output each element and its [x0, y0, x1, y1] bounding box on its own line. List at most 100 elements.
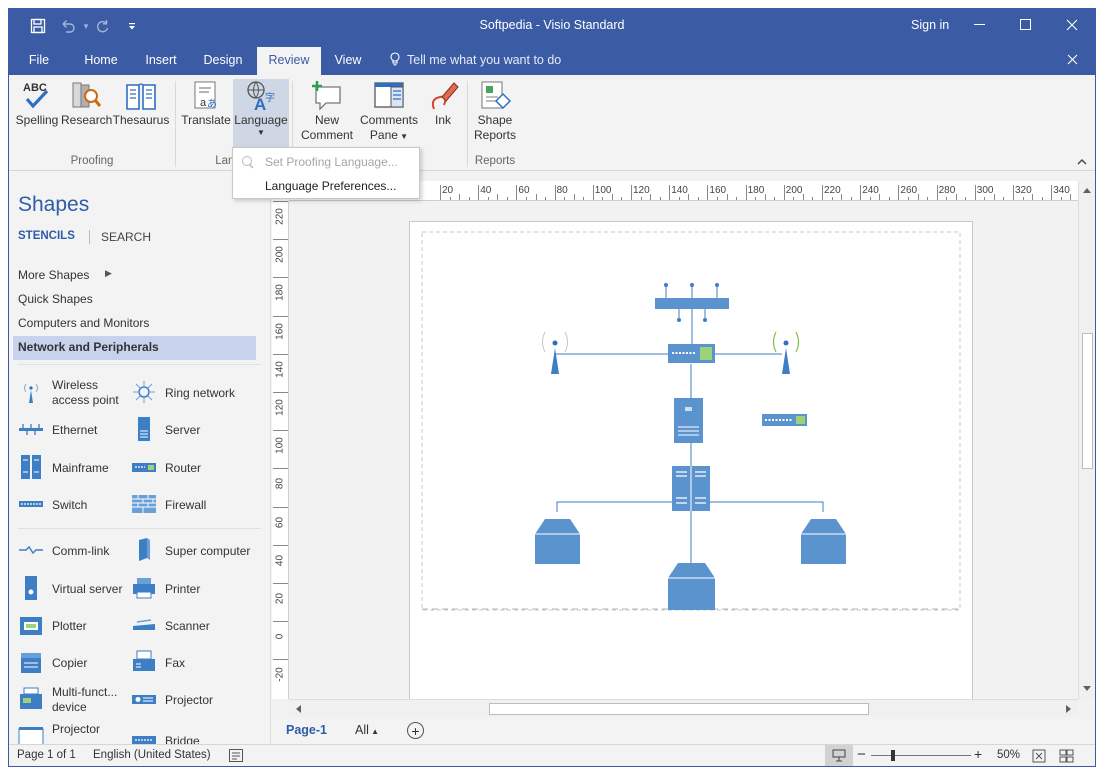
collapse-ribbon-icon[interactable]	[1076, 157, 1088, 167]
thesaurus-button[interactable]: Thesaurus	[111, 79, 171, 151]
tab-search[interactable]: SEARCH	[101, 230, 151, 244]
ruler-tick	[440, 185, 441, 200]
comments-pane-button[interactable]: Comments Pane ▼	[357, 79, 421, 151]
scroll-left-arrow-icon[interactable]	[291, 702, 305, 716]
presentation-mode-button[interactable]	[825, 745, 853, 766]
virtual-server-icon	[25, 576, 37, 600]
tell-me-search[interactable]: Tell me what you want to do	[407, 53, 561, 67]
tab-separator	[89, 230, 90, 244]
ruler-minor-tick	[917, 194, 919, 200]
sign-in-link[interactable]: Sign in	[911, 18, 949, 32]
tab-view[interactable]: View	[325, 47, 371, 75]
all-pages-button[interactable]: All ▲	[355, 723, 379, 737]
tab-file[interactable]: File	[17, 47, 61, 75]
shape-mainframe[interactable]: Mainframe	[18, 451, 138, 485]
tab-insert[interactable]: Insert	[135, 47, 187, 75]
svg-text:あ: あ	[207, 98, 217, 110]
vertical-scroll-thumb[interactable]	[1082, 333, 1093, 469]
mainframe-shape[interactable]	[672, 466, 710, 511]
maximize-button[interactable]	[1003, 9, 1049, 41]
translate-icon: a あ	[194, 81, 217, 110]
translate-button[interactable]: a あ Translate	[179, 79, 233, 151]
minimize-button[interactable]	[957, 9, 1003, 41]
ruler-tick	[860, 185, 862, 200]
status-page[interactable]: Page 1 of 1	[17, 749, 76, 761]
shape-plotter[interactable]: Plotter	[18, 609, 138, 643]
shape-fax[interactable]: Fax	[131, 646, 251, 680]
stencil-network-and-peripherals[interactable]: Network and Peripherals	[13, 336, 256, 360]
horizontal-scroll-thumb[interactable]	[489, 703, 869, 715]
wireless-access-point-shape[interactable]	[772, 331, 800, 374]
tab-design[interactable]: Design	[195, 47, 251, 75]
zoom-out-button[interactable]: −	[857, 746, 866, 763]
lightbulb-icon	[390, 52, 400, 66]
spelling-button[interactable]: ABC Spelling	[13, 79, 61, 151]
scroll-right-arrow-icon[interactable]	[1061, 702, 1075, 716]
zoom-slider-thumb[interactable]	[891, 750, 895, 761]
mainframe-terminal-shape[interactable]	[535, 519, 580, 564]
shape-scanner[interactable]: Scanner	[131, 609, 251, 643]
language-button[interactable]: A 字 Language ▼	[233, 79, 289, 149]
drawing-page[interactable]	[409, 221, 973, 699]
macro-record-icon[interactable]	[229, 749, 243, 762]
scanner-icon	[133, 619, 155, 630]
ruler-label: 100	[274, 437, 286, 455]
fit-to-window-icon[interactable]	[1032, 749, 1046, 763]
ruler-tick	[1013, 185, 1014, 200]
research-button[interactable]: Research	[61, 79, 112, 151]
zoom-level[interactable]: 50%	[997, 749, 1020, 761]
switch-shape[interactable]	[762, 414, 807, 426]
add-page-icon[interactable]: +	[407, 722, 424, 739]
mainframe-terminal-shape[interactable]	[801, 519, 846, 564]
shape-firewall[interactable]: Firewall	[131, 488, 251, 522]
new-comment-button[interactable]: New Comment	[297, 79, 357, 151]
router-shape[interactable]	[668, 344, 715, 363]
ruler-minor-tick	[993, 194, 995, 200]
drawing-canvas[interactable]	[289, 201, 1078, 699]
zoom-in-button[interactable]: +	[974, 746, 982, 762]
page-tab-page-1[interactable]: Page-1	[286, 723, 327, 737]
stencil-more-shapes[interactable]: More Shapes ▶	[18, 264, 261, 288]
scroll-up-arrow-icon[interactable]	[1080, 183, 1094, 197]
shape-bridge[interactable]: Bridge	[131, 724, 251, 744]
ink-button[interactable]: Ink	[423, 79, 463, 151]
chevron-down-icon: ▼	[257, 128, 265, 137]
shape-reports-button[interactable]: Shape Reports	[471, 79, 519, 151]
close-document-button[interactable]	[1049, 45, 1095, 73]
shape-copier[interactable]: Copier	[18, 646, 138, 680]
stencil-computers-and-monitors[interactable]: Computers and Monitors	[18, 312, 261, 336]
shape-comm-link[interactable]: Comm-link	[18, 534, 138, 568]
shape-virtual-server[interactable]: Virtual server	[18, 572, 138, 606]
shape-super-computer[interactable]: Super computer	[131, 534, 251, 568]
shape-projector[interactable]: Projector	[131, 683, 251, 717]
shape-multi-function-device[interactable]: Multi-funct... device	[18, 683, 138, 717]
ruler-tick	[631, 185, 632, 200]
ruler-tick	[273, 430, 288, 432]
server-shape[interactable]	[674, 398, 703, 443]
tab-stencils[interactable]: STENCILS	[18, 230, 75, 242]
shape-printer[interactable]: Printer	[131, 572, 251, 606]
tab-home[interactable]: Home	[75, 47, 127, 75]
mainframe-terminal-shape[interactable]	[668, 563, 715, 610]
status-language[interactable]: English (United States)	[93, 749, 211, 761]
shapes-pane-title: Shapes	[18, 193, 90, 216]
vertical-scrollbar[interactable]	[1078, 181, 1095, 699]
shape-router[interactable]: Router	[131, 451, 251, 485]
shape-switch[interactable]: Switch	[18, 488, 138, 522]
switch-windows-icon[interactable]	[1059, 749, 1074, 763]
wireless-access-point-shape[interactable]	[542, 331, 568, 374]
menu-item-language-preferences[interactable]: Language Preferences...	[265, 179, 396, 193]
close-button[interactable]	[1049, 9, 1095, 41]
thesaurus-icon	[126, 83, 156, 110]
zoom-slider-track[interactable]	[871, 755, 971, 756]
tab-review[interactable]: Review	[257, 47, 321, 75]
scroll-down-arrow-icon[interactable]	[1080, 681, 1094, 695]
shape-wireless-access-point[interactable]: Wireless access point	[18, 376, 138, 410]
status-bar: Page 1 of 1 English (United States) − + …	[9, 744, 1095, 766]
shape-server[interactable]: Server	[131, 413, 251, 447]
stencil-quick-shapes[interactable]: Quick Shapes	[18, 288, 261, 312]
shape-ethernet[interactable]: Ethernet	[18, 413, 138, 447]
shape-projector-screen[interactable]: Projector	[18, 720, 138, 744]
horizontal-scrollbar[interactable]	[289, 699, 1078, 717]
shape-ring-network[interactable]: Ring network	[131, 376, 251, 410]
